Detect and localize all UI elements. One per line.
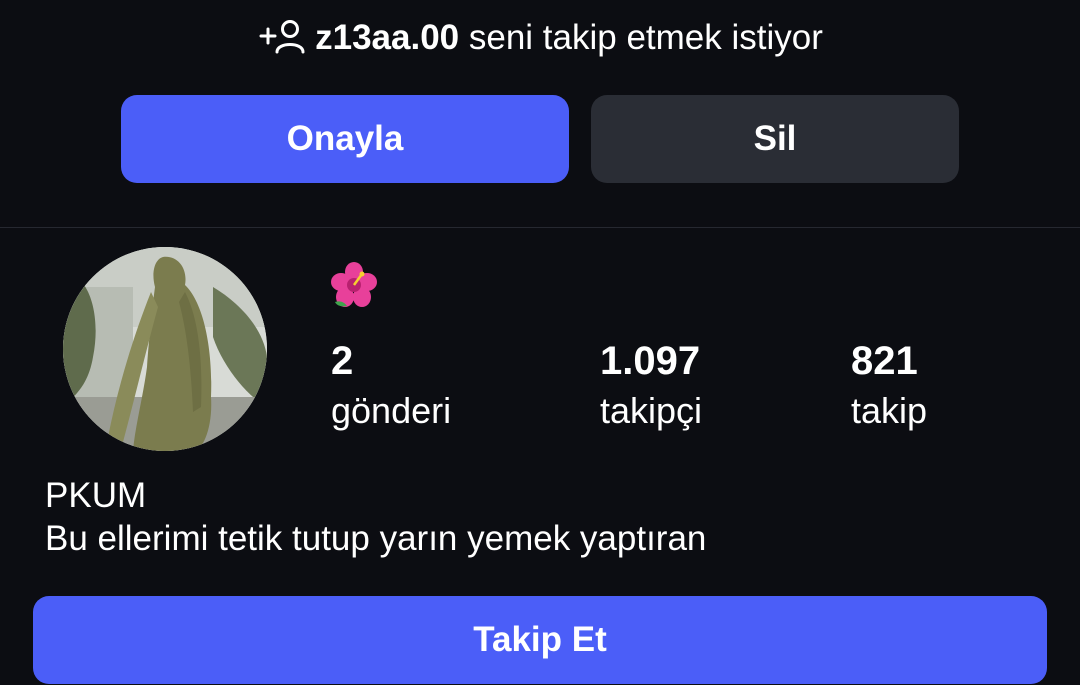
avatar[interactable]	[63, 247, 267, 451]
followers-stat[interactable]: 1.097 takipçi	[600, 336, 702, 436]
posts-stat[interactable]: 2 gönderi	[331, 336, 451, 436]
follow-request-banner: z13aa.00 seni takip etmek istiyor	[0, 14, 1080, 68]
following-count: 821	[851, 339, 918, 383]
profile-bio: Bu ellerimi tetik tutup yarın yemek yapt…	[45, 519, 707, 558]
posts-count: 2	[331, 339, 354, 383]
profile-fullname: PKUM	[45, 476, 147, 515]
followers-count: 1.097	[600, 339, 701, 383]
profile-screen: z13aa.00 seni takip etmek istiyor Onayla…	[0, 0, 1080, 685]
request-message: seni takip etmek istiyor	[459, 18, 823, 57]
following-stat[interactable]: 821 takip	[851, 336, 927, 436]
add-person-icon	[257, 17, 309, 68]
followers-label: takipçi	[600, 390, 703, 431]
requester-username[interactable]: z13aa.00	[315, 18, 459, 57]
delete-button[interactable]: Sil	[591, 95, 959, 183]
hibiscus-icon	[331, 262, 377, 308]
confirm-button[interactable]: Onayla	[121, 95, 569, 183]
following-label: takip	[851, 390, 928, 431]
follow-button[interactable]: Takip Et	[33, 596, 1047, 684]
posts-label: gönderi	[331, 390, 452, 431]
section-divider	[0, 227, 1080, 228]
